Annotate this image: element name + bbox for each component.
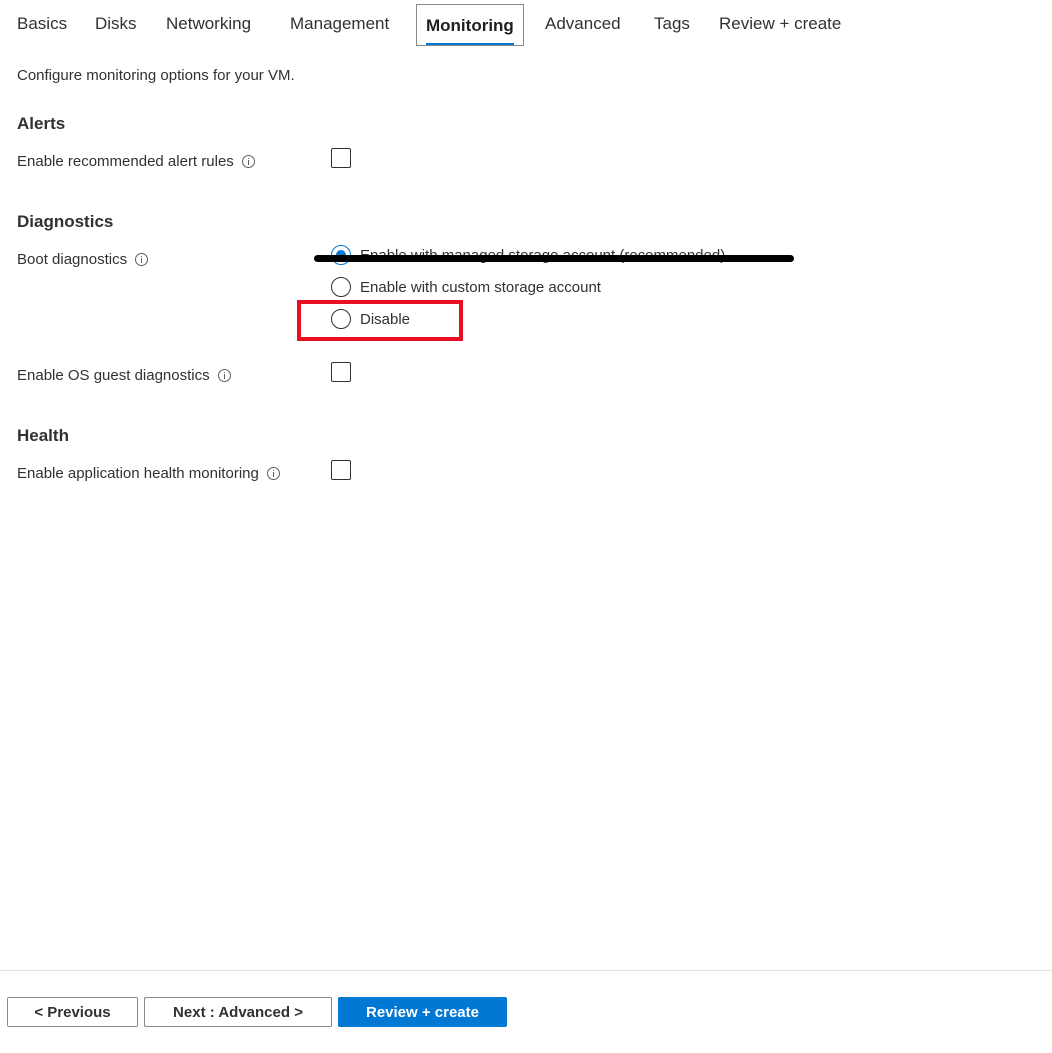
tab-monitoring-label: Monitoring [426,16,514,35]
app-health-monitoring-label: Enable application health monitoring [17,465,259,482]
tab-review-create[interactable]: Review + create [719,14,841,34]
tab-management[interactable]: Management [290,14,389,34]
recommended-alert-rules-checkbox[interactable] [331,148,351,168]
os-guest-diagnostics-checkbox[interactable] [331,362,351,382]
highlight-box [297,300,463,341]
health-section-title: Health [17,426,69,445]
recommended-alert-rules-field: Enable recommended alert rules [17,153,255,170]
active-tab-indicator [426,43,514,45]
tab-advanced[interactable]: Advanced [545,14,621,34]
previous-button[interactable]: < Previous [7,997,138,1027]
page-subtitle: Configure monitoring options for your VM… [17,67,295,84]
boot-option-custom-storage[interactable]: Enable with custom storage account [331,277,601,299]
radio-button[interactable] [331,277,351,297]
tab-bar: Basics Disks Networking Management Monit… [0,0,1052,52]
alerts-section-title: Alerts [17,114,66,133]
os-guest-diagnostics-field: Enable OS guest diagnostics [17,367,231,384]
app-health-monitoring-checkbox[interactable] [331,460,351,480]
redaction-mark [314,255,794,262]
info-icon[interactable] [135,253,149,266]
tab-tags[interactable]: Tags [654,14,690,34]
boot-option-label: Enable with custom storage account [360,278,601,296]
diagnostics-section-title: Diagnostics [17,212,114,231]
tab-basics[interactable]: Basics [17,14,67,34]
tab-monitoring[interactable]: Monitoring [416,4,524,46]
info-icon[interactable] [266,467,280,480]
boot-diagnostics-field: Boot diagnostics [17,251,149,268]
tab-disks[interactable]: Disks [95,14,137,34]
info-icon[interactable] [217,369,231,382]
os-guest-diagnostics-label: Enable OS guest diagnostics [17,367,210,384]
recommended-alert-rules-label: Enable recommended alert rules [17,153,234,170]
boot-diagnostics-label: Boot diagnostics [17,251,128,268]
next-advanced-button[interactable]: Next : Advanced > [144,997,332,1027]
footer-divider [0,970,1052,971]
tab-networking[interactable]: Networking [166,14,251,34]
review-create-button[interactable]: Review + create [338,997,507,1027]
info-icon[interactable] [241,155,255,168]
app-health-monitoring-field: Enable application health monitoring [17,465,280,482]
